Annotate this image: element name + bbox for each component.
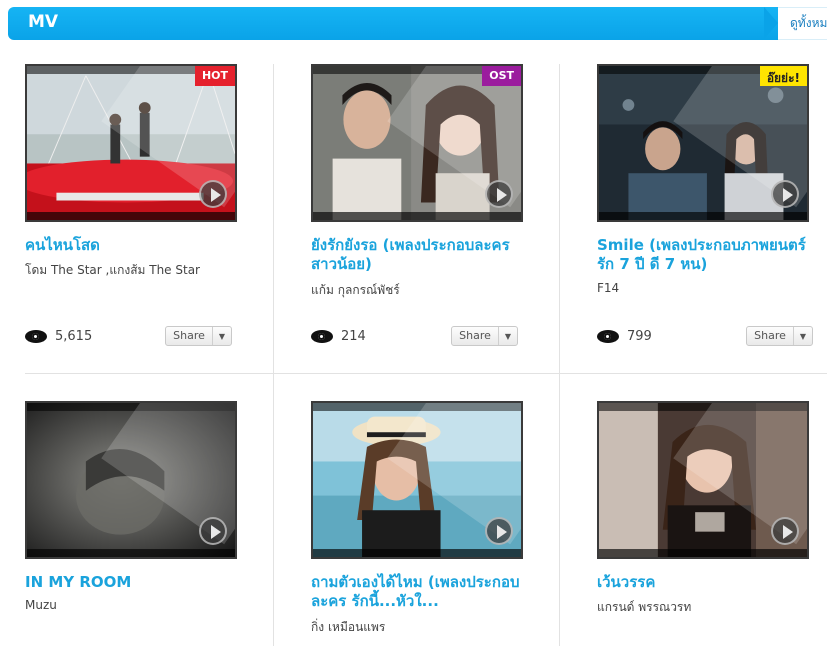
share-button[interactable]: Share ▼ [746,326,813,346]
video-artist: F14 [597,281,620,295]
video-artist: Muzu [25,598,57,612]
thumbnail-frame-bottom [313,212,521,220]
chevron-down-icon[interactable]: ▼ [794,332,812,341]
thumbnail-frame-bottom [599,212,807,220]
eye-icon [311,330,333,343]
thumbnail-frame-bottom [313,549,521,557]
view-count: 799 [597,329,652,344]
view-count: 214 [311,329,366,344]
share-label: Share [747,327,794,345]
share-button[interactable]: Share ▼ [451,326,518,346]
play-icon[interactable] [771,180,799,208]
mv-section-header: MV [8,7,778,40]
eye-icon [597,330,619,343]
video-title[interactable]: ถามตัวเองได้ไหม (เพลงประกอบละคร รักนี้..… [311,573,521,611]
chevron-down-icon[interactable]: ▼ [499,332,517,341]
video-title[interactable]: Smile (เพลงประกอบภาพยนตร์ รัก 7 ปี ดี 7 … [597,236,807,274]
video-artist: แกรนด์ พรรณวรท [597,600,692,614]
video-thumbnail[interactable] [311,401,523,559]
video-artist: โดม The Star ,แกงส้ม The Star [25,263,200,277]
section-title: MV [28,12,59,32]
share-button[interactable]: Share ▼ [165,326,232,346]
video-thumbnail[interactable]: อ๊ยย่ะ! [597,64,809,222]
see-all-link[interactable]: ดูทั้งหมด [790,14,827,33]
video-thumbnail[interactable]: OST [311,64,523,222]
view-count-value: 214 [341,329,366,344]
play-icon[interactable] [771,517,799,545]
view-count-value: 5,615 [55,329,93,344]
row-divider [25,373,827,374]
header-arrow [764,7,778,39]
video-artist: กิ่ง เหมือนแพร [311,620,386,634]
hot-badge: HOT [194,66,235,86]
video-artist: แก้ม กุลกรณ์พัชร์ [311,283,400,297]
video-title[interactable]: IN MY ROOM [25,573,235,592]
video-title[interactable]: เว้นวรรค [597,573,807,592]
play-icon[interactable] [485,180,513,208]
eye-icon [25,330,47,343]
video-title[interactable]: ยังรักยังรอ (เพลงประกอบละคร สาวน้อย) [311,236,521,274]
thumbnail-frame-bottom [27,212,235,220]
play-icon[interactable] [199,517,227,545]
view-count: 5,615 [25,329,92,344]
video-thumbnail[interactable] [597,401,809,559]
chevron-down-icon[interactable]: ▼ [213,332,231,341]
video-thumbnail[interactable] [25,401,237,559]
play-icon[interactable] [485,517,513,545]
column-divider [273,64,274,646]
ost-badge: OST [482,66,521,86]
video-title[interactable]: คนไหนโสด [25,236,235,255]
oyae-badge: อ๊ยย่ะ! [759,66,807,86]
column-divider [559,64,560,646]
thumbnail-frame-bottom [599,549,807,557]
thumbnail-frame-bottom [27,549,235,557]
share-label: Share [452,327,499,345]
view-count-value: 799 [627,329,652,344]
video-thumbnail[interactable]: HOT [25,64,237,222]
share-label: Share [166,327,213,345]
play-icon[interactable] [199,180,227,208]
